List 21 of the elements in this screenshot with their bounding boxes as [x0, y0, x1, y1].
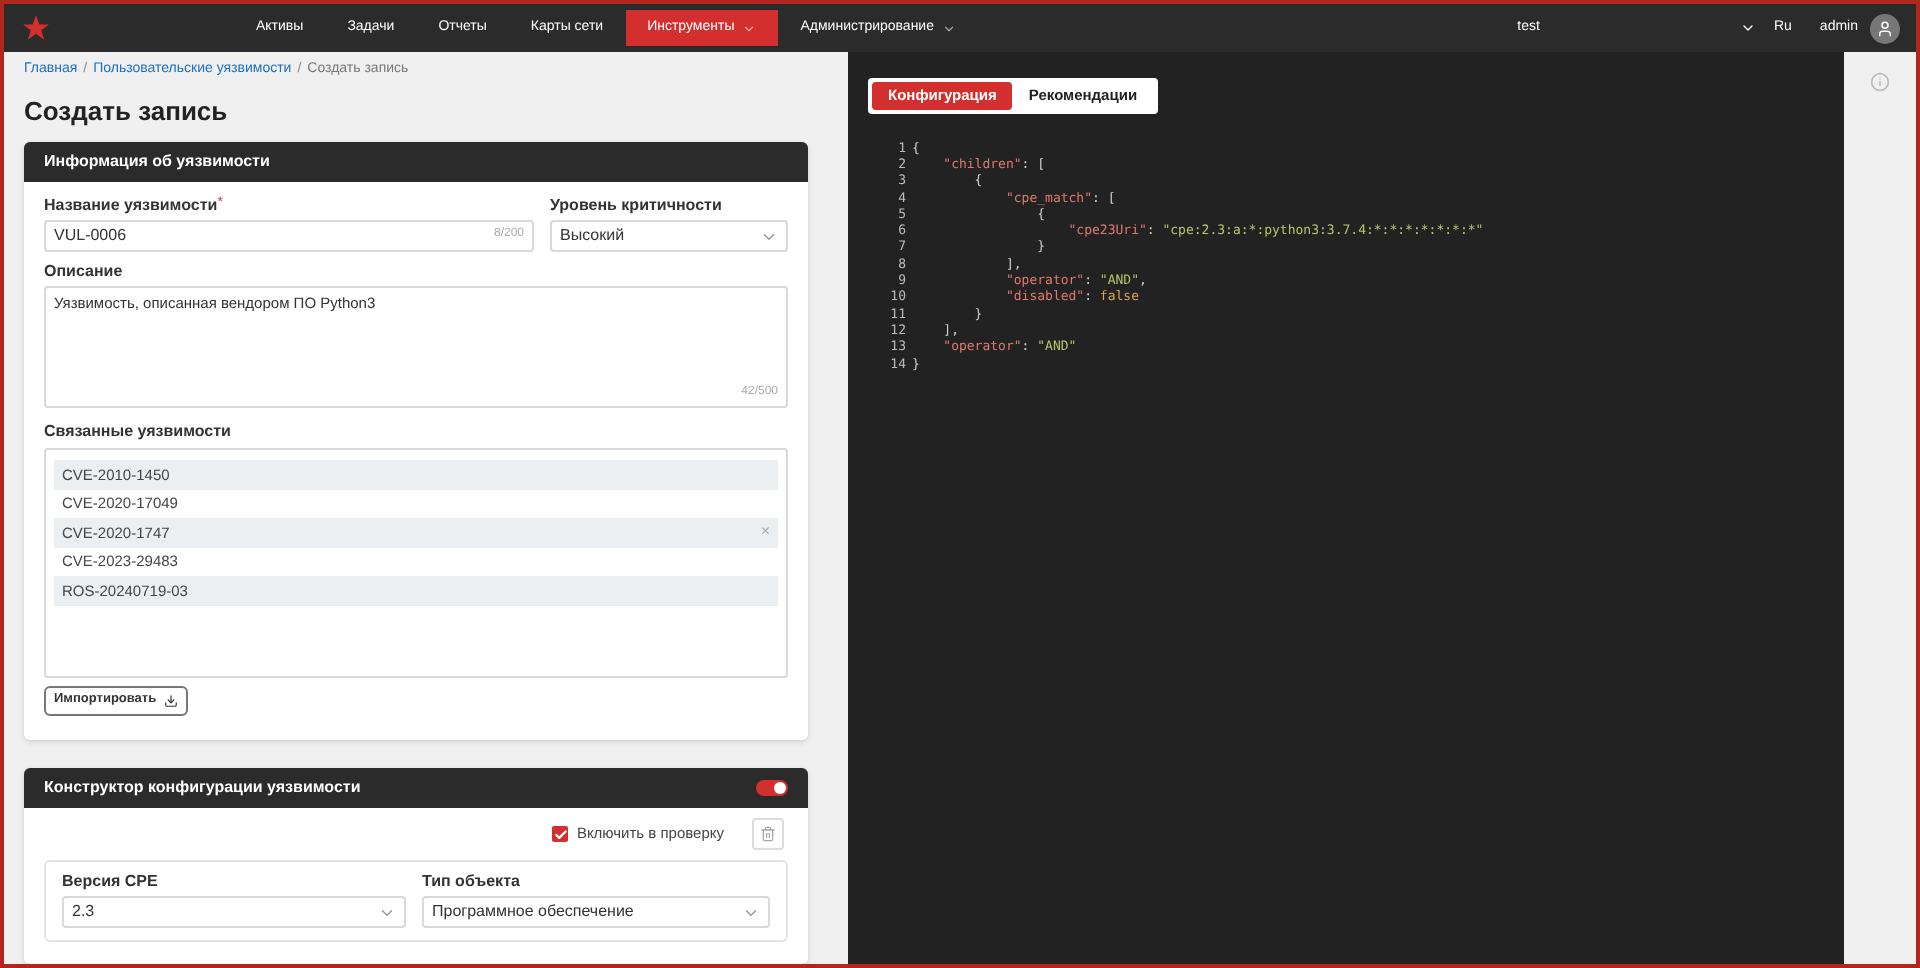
- field-label: Описание: [44, 262, 125, 282]
- card-title: Конструктор конфигурации уязвимости: [44, 778, 361, 798]
- chevron-icon: [941, 21, 956, 35]
- chevron-icon: [742, 21, 757, 35]
- download-icon: [164, 694, 179, 708]
- field-label: Версия CPE: [62, 872, 160, 892]
- field-label: Тип объекта: [422, 872, 522, 892]
- chevron-icon[interactable]: [1739, 20, 1756, 36]
- star-logo-icon: [22, 14, 50, 42]
- field-label: Название уязвимости: [44, 196, 218, 216]
- cpe-version-select[interactable]: 2.3: [62, 896, 406, 928]
- toggle-switch[interactable]: [756, 780, 788, 796]
- card-header: Информация об уязвимости: [24, 142, 808, 182]
- page-title: Создать запись: [24, 96, 230, 128]
- avatar-icon[interactable]: [1870, 13, 1900, 43]
- object-type-select[interactable]: Программное обеспечение: [422, 896, 770, 928]
- severity-select[interactable]: Высокий: [550, 220, 788, 252]
- checkbox[interactable]: [552, 826, 569, 842]
- field-label: Уровень критичности: [550, 196, 724, 216]
- trash-icon: [760, 826, 776, 842]
- field-label: Связанные уязвимости: [44, 422, 233, 442]
